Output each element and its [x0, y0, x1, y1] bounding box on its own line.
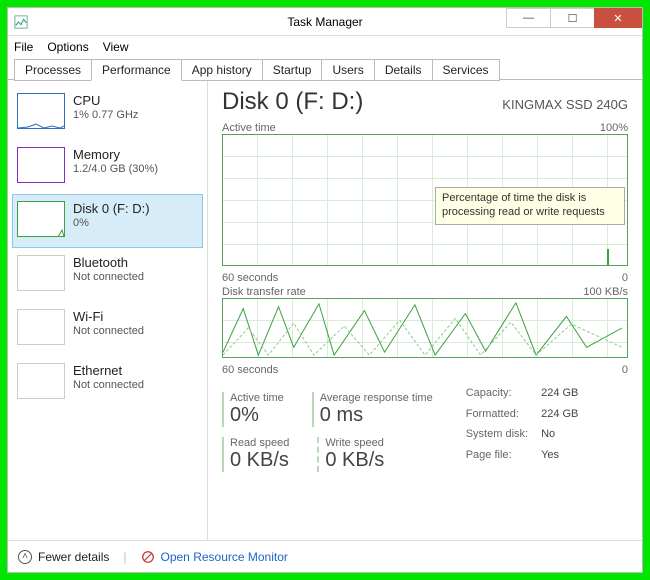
tab-services[interactable]: Services	[432, 59, 500, 81]
cpu-thumb-icon	[17, 93, 65, 129]
fewer-details-button[interactable]: ˄ Fewer details	[18, 550, 109, 564]
app-icon	[14, 15, 28, 29]
chevron-up-icon: ˄	[18, 550, 32, 564]
sidebar-item-label: Wi-Fi	[73, 309, 144, 325]
stat-read: 0 KB/s	[230, 449, 289, 472]
transfer-rate-label: Disk transfer rate	[222, 286, 306, 298]
x-axis-left: 60 seconds	[222, 272, 278, 284]
sidebar-item-sub: Not connected	[73, 379, 144, 393]
fewer-details-label: Fewer details	[38, 550, 109, 564]
x-axis-right: 0	[622, 272, 628, 284]
sidebar-item-sub: Not connected	[73, 325, 144, 339]
x-axis-right2: 0	[622, 364, 628, 376]
memory-thumb-icon	[17, 147, 65, 183]
sidebar-item-label: Disk 0 (F: D:)	[73, 201, 150, 217]
task-manager-window: Task Manager — ☐ ✕ File Options View Pro…	[8, 8, 642, 572]
resmon-icon	[141, 550, 155, 564]
sidebar-item-wifi[interactable]: Wi-Fi Not connected	[12, 302, 203, 356]
stat-read-label: Read speed	[230, 437, 289, 449]
open-resource-monitor-link[interactable]: Open Resource Monitor	[141, 550, 288, 564]
stat-write: 0 KB/s	[325, 449, 384, 472]
active-time-tooltip: Percentage of time the disk is processin…	[435, 187, 625, 225]
detail-title: Disk 0 (F: D:)	[222, 88, 363, 116]
active-time-chart[interactable]: Percentage of time the disk is processin…	[222, 134, 628, 266]
sidebar-item-bluetooth[interactable]: Bluetooth Not connected	[12, 248, 203, 302]
menu-view[interactable]: View	[103, 40, 129, 54]
sidebar-item-label: CPU	[73, 93, 138, 109]
tab-app-history[interactable]: App history	[181, 59, 263, 81]
transfer-rate-chart[interactable]	[222, 298, 628, 358]
stat-active-time-label: Active time	[230, 392, 284, 404]
titlebar: Task Manager — ☐ ✕	[8, 8, 642, 36]
sidebar-item-sub: 1% 0.77 GHz	[73, 109, 138, 123]
ethernet-thumb-icon	[17, 363, 65, 399]
stat-avg-resp-label: Average response time	[320, 392, 433, 404]
x-axis-left2: 60 seconds	[222, 364, 278, 376]
sidebar-item-label: Ethernet	[73, 363, 144, 379]
menu-options[interactable]: Options	[47, 40, 88, 54]
close-button[interactable]: ✕	[594, 8, 642, 28]
tab-users[interactable]: Users	[321, 59, 374, 81]
active-time-max: 100%	[600, 122, 628, 134]
sidebar-item-label: Memory	[73, 147, 158, 163]
sidebar-item-cpu[interactable]: CPU 1% 0.77 GHz	[12, 86, 203, 140]
transfer-rate-max: 100 KB/s	[583, 286, 628, 298]
sidebar-item-label: Bluetooth	[73, 255, 144, 271]
separator: |	[123, 550, 126, 564]
tab-startup[interactable]: Startup	[262, 59, 323, 81]
active-time-label: Active time	[222, 122, 276, 134]
sidebar-item-sub: Not connected	[73, 271, 144, 285]
disk-thumb-icon	[17, 201, 65, 237]
stat-avg-resp: 0 ms	[320, 404, 433, 427]
resmon-label: Open Resource Monitor	[161, 550, 288, 564]
stat-write-label: Write speed	[325, 437, 384, 449]
detail-pane: Disk 0 (F: D:) KINGMAX SSD 240G Active t…	[208, 80, 642, 540]
footer: ˄ Fewer details | Open Resource Monitor	[8, 540, 642, 572]
tab-processes[interactable]: Processes	[14, 59, 92, 81]
stat-active-time: 0%	[230, 404, 284, 427]
minimize-button[interactable]: —	[506, 8, 551, 28]
sidebar-item-sub: 1.2/4.0 GB (30%)	[73, 163, 158, 177]
detail-model: KINGMAX SSD 240G	[502, 97, 628, 112]
tab-strip: Processes Performance App history Startu…	[8, 58, 642, 80]
wifi-thumb-icon	[17, 309, 65, 345]
disk-properties: Capacity:224 GB Formatted:224 GB System …	[463, 382, 582, 466]
sidebar-item-ethernet[interactable]: Ethernet Not connected	[12, 356, 203, 410]
sidebar-item-memory[interactable]: Memory 1.2/4.0 GB (30%)	[12, 140, 203, 194]
menu-file[interactable]: File	[14, 40, 33, 54]
menu-bar: File Options View	[8, 36, 642, 58]
tab-performance[interactable]: Performance	[91, 59, 182, 81]
sidebar-item-disk0[interactable]: Disk 0 (F: D:) 0%	[12, 194, 203, 248]
bluetooth-thumb-icon	[17, 255, 65, 291]
maximize-button[interactable]: ☐	[550, 8, 595, 28]
window-controls: — ☐ ✕	[507, 8, 642, 35]
resource-sidebar: CPU 1% 0.77 GHz Memory 1.2/4.0 GB (30%) …	[8, 80, 208, 540]
tab-details[interactable]: Details	[374, 59, 433, 81]
sidebar-item-sub: 0%	[73, 217, 150, 231]
body: CPU 1% 0.77 GHz Memory 1.2/4.0 GB (30%) …	[8, 80, 642, 540]
